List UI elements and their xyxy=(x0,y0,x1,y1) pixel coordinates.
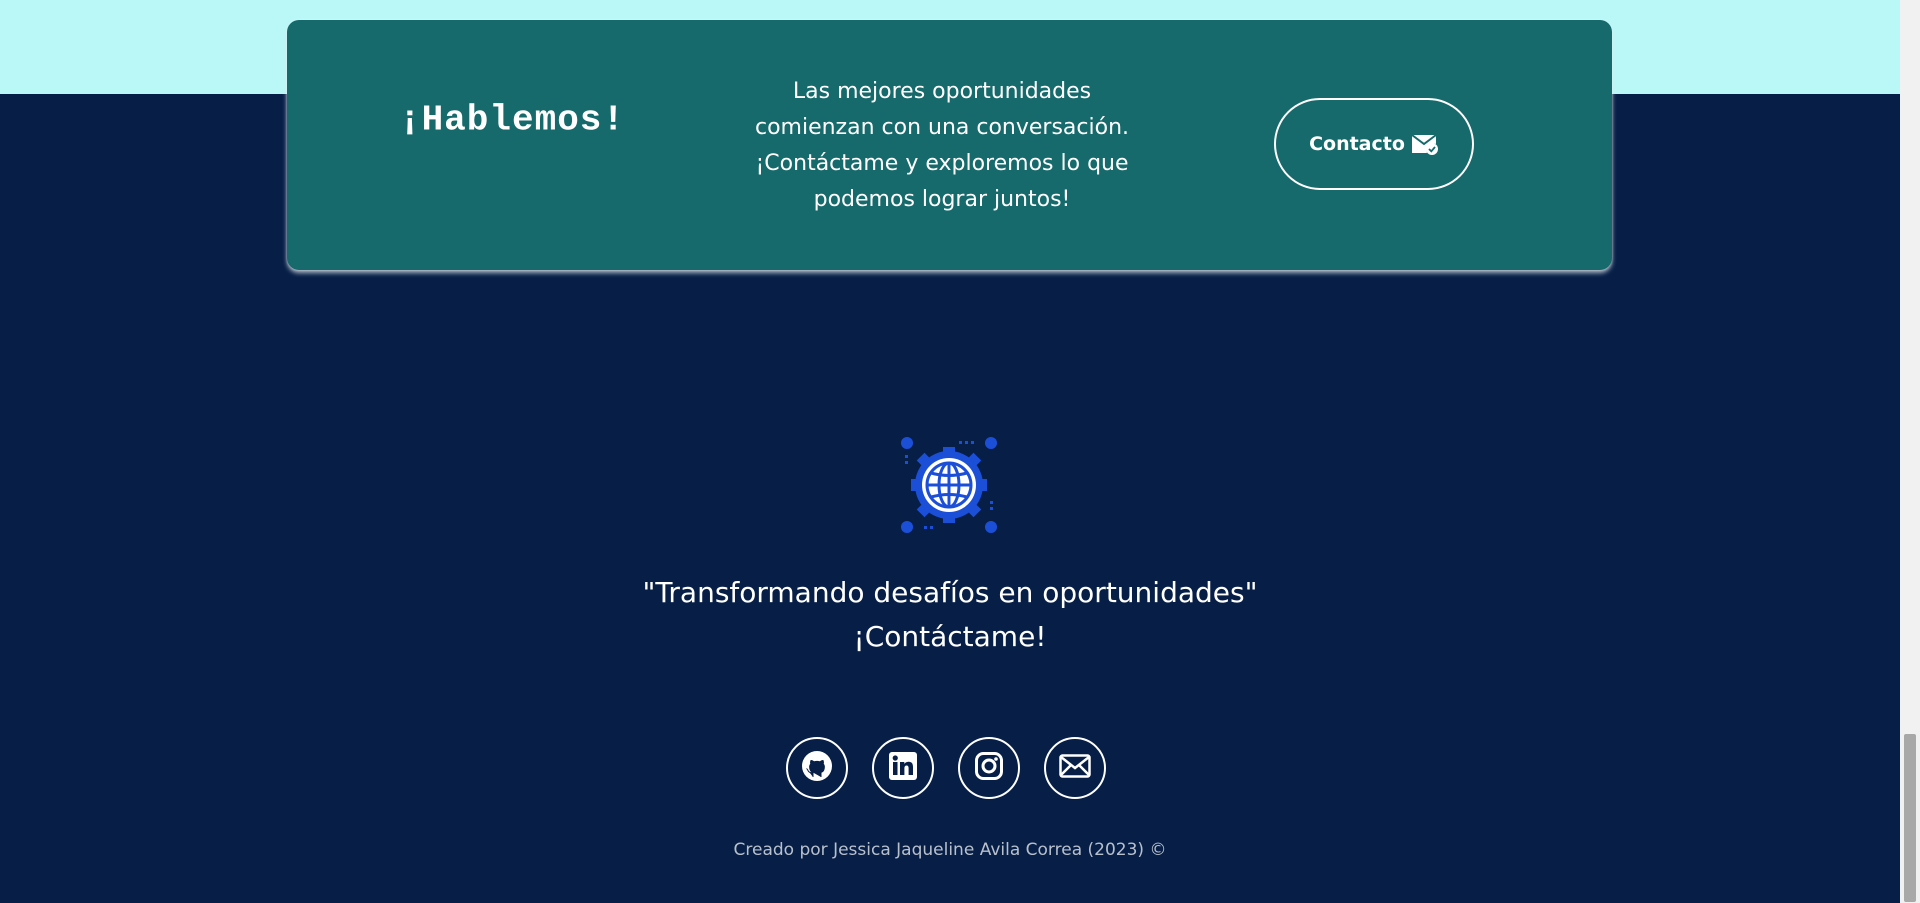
tagline-sub: ¡Contáctame! xyxy=(853,620,1047,653)
linkedin-link[interactable] xyxy=(872,737,934,799)
email-link[interactable] xyxy=(1044,737,1106,799)
cta-title: ¡Hablemos! xyxy=(398,99,626,141)
github-icon xyxy=(801,750,833,786)
cta-text-line: ¡Contáctame y exploremos lo que xyxy=(755,151,1129,176)
linkedin-icon xyxy=(888,751,918,785)
scrollbar-thumb[interactable] xyxy=(1904,734,1916,902)
cta-text-line: comienzan con una conversación. xyxy=(754,115,1130,140)
instagram-link[interactable] xyxy=(958,737,1020,799)
cta-text-line: podemos lograr juntos! xyxy=(813,187,1071,212)
github-link[interactable] xyxy=(786,737,848,799)
contact-cta-card: ¡Hablemos! Las mejores oportunidades com… xyxy=(287,20,1612,270)
mail-check-icon xyxy=(1411,132,1439,156)
instagram-icon xyxy=(974,751,1004,785)
social-links xyxy=(786,737,1114,801)
footer-credit: Creado por Jessica Jaqueline Avila Corre… xyxy=(733,840,1167,860)
globe-gear-icon xyxy=(899,435,999,535)
cta-text-line: Las mejores oportunidades xyxy=(792,79,1092,104)
cta-text: Las mejores oportunidades comienzan con … xyxy=(727,74,1157,218)
tagline-quote: "Transformando desafíos en oportunidades… xyxy=(642,576,1258,609)
mail-icon xyxy=(1059,754,1091,782)
footer-tagline: "Transformando desafíos en oportunidades… xyxy=(460,571,1440,659)
contact-button-label: Contacto xyxy=(1309,133,1405,155)
contact-button[interactable]: Contacto xyxy=(1274,98,1474,190)
vertical-scrollbar[interactable] xyxy=(1900,0,1920,903)
page: ¡Hablemos! Las mejores oportunidades com… xyxy=(0,0,1920,903)
